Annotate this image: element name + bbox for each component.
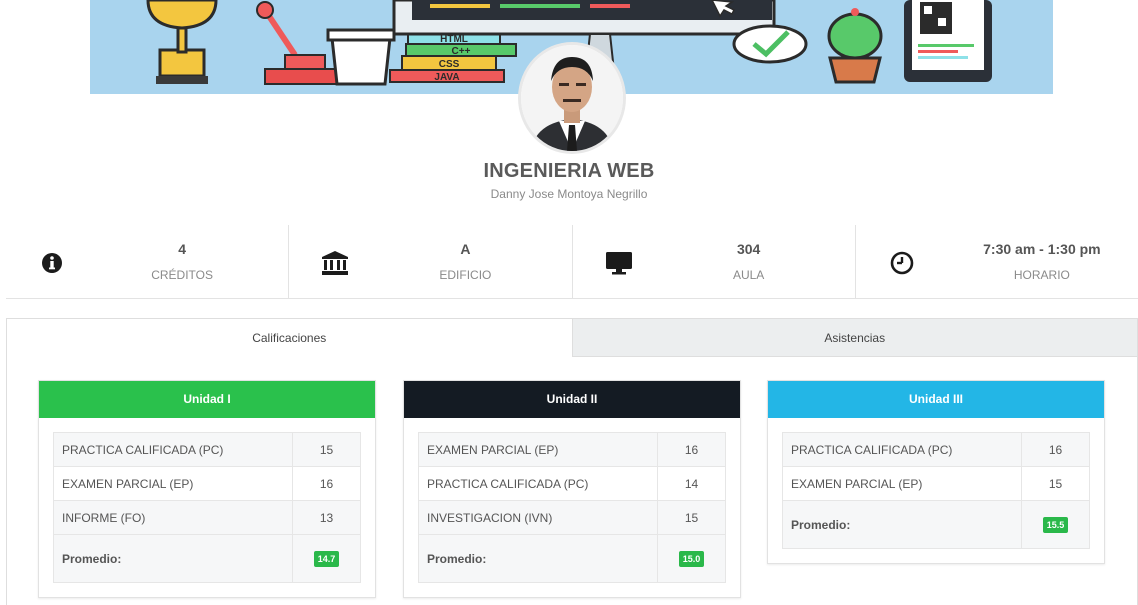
unit-card-title: Unidad III xyxy=(768,381,1104,418)
grade-name: EXAMEN PARCIAL (EP) xyxy=(53,466,293,501)
average-badge: 15.5 xyxy=(1042,516,1069,533)
unit-card-title: Unidad I xyxy=(39,381,375,418)
stat-credits: 4 CRÉDITOS xyxy=(6,225,288,298)
stat-building: A EDIFICIO xyxy=(288,225,571,298)
grade-name: PRACTICA CALIFICADA (PC) xyxy=(418,466,658,501)
grade-name: PRACTICA CALIFICADA (PC) xyxy=(782,432,1022,467)
average-label: Promedio: xyxy=(53,534,293,583)
smartphone-icon xyxy=(904,0,992,82)
schedule-value: 7:30 am - 1:30 pm xyxy=(983,241,1101,257)
grade-name: EXAMEN PARCIAL (EP) xyxy=(418,432,658,467)
average-label: Promedio: xyxy=(782,500,1022,549)
course-title: INGENIERIA WEB xyxy=(483,160,655,182)
grade-row: EXAMEN PARCIAL (EP) 15 xyxy=(782,466,1090,501)
average-row: Promedio: 14.7 xyxy=(53,534,361,583)
grade-score: 16 xyxy=(1021,432,1090,467)
coffee-cup-icon xyxy=(326,28,396,86)
grade-score: 14 xyxy=(657,466,726,501)
building-icon xyxy=(321,249,349,277)
average-cell: 15.0 xyxy=(657,534,726,583)
average-badge: 14.7 xyxy=(313,550,340,567)
teacher-name: Danny Jose Montoya Negrillo xyxy=(490,187,648,201)
grade-name: PRACTICA CALIFICADA (PC) xyxy=(53,432,293,467)
average-badge: 15.0 xyxy=(678,550,705,567)
classroom-value: 304 xyxy=(736,241,761,257)
grade-name: INFORME (FO) xyxy=(53,500,293,535)
monitor-icon xyxy=(605,249,633,277)
unit-card-body: PRACTICA CALIFICADA (PC) 15 EXAMEN PARCIAL… xyxy=(39,418,375,597)
grade-row: INVESTIGACION (IVN) 15 xyxy=(418,500,726,535)
building-value: A xyxy=(460,241,471,257)
book-label-java: JAVA xyxy=(434,72,459,83)
tab-calificaciones[interactable]: Calificaciones xyxy=(7,319,572,357)
unit-card-body: PRACTICA CALIFICADA (PC) 16 EXAMEN PARCIAL… xyxy=(768,418,1104,563)
credits-label: CRÉDITOS xyxy=(151,268,214,282)
average-cell: 15.5 xyxy=(1021,500,1090,549)
unit-card: Unidad I PRACTICA CALIFICADA (PC) 15 EXAMEN… xyxy=(38,380,376,598)
book-label-css: CSS xyxy=(439,59,460,70)
average-row: Promedio: 15.5 xyxy=(782,500,1090,549)
credits-value: 4 xyxy=(178,241,187,257)
building-label: EDIFICIO xyxy=(439,268,492,282)
grades-table: PRACTICA CALIFICADA (PC) 15 EXAMEN PARCIAL… xyxy=(53,432,361,583)
schedule-label: HORARIO xyxy=(1013,268,1070,282)
grade-score: 15 xyxy=(292,432,361,467)
grades-table: EXAMEN PARCIAL (EP) 16 PRACTICA CALIFICADA… xyxy=(418,432,726,583)
grade-name: EXAMEN PARCIAL (EP) xyxy=(782,466,1022,501)
unit-card: Unidad II EXAMEN PARCIAL (EP) 16 PRACTICA C… xyxy=(403,380,741,598)
classroom-label: AULA xyxy=(732,268,765,282)
grades-table: PRACTICA CALIFICADA (PC) 16 EXAMEN PARCIAL… xyxy=(782,432,1090,549)
grade-row: PRACTICA CALIFICADA (PC) 15 xyxy=(53,432,361,467)
grade-score: 15 xyxy=(1021,466,1090,501)
grade-row: EXAMEN PARCIAL (EP) 16 xyxy=(53,466,361,501)
grade-row: PRACTICA CALIFICADA (PC) 16 xyxy=(782,432,1090,467)
stat-schedule: 7:30 am - 1:30 pm HORARIO xyxy=(854,225,1138,298)
grade-row: INFORME (FO) 13 xyxy=(53,500,361,535)
clock-icon xyxy=(888,249,916,277)
grade-row: PRACTICA CALIFICADA (PC) 14 xyxy=(418,466,726,501)
grade-score: 16 xyxy=(292,466,361,501)
grade-score: 13 xyxy=(292,500,361,535)
unit-card: Unidad III PRACTICA CALIFICADA (PC) 16 EXAM… xyxy=(767,380,1105,564)
unit-card-body: EXAMEN PARCIAL (EP) 16 PRACTICA CALIFICADA… xyxy=(404,418,740,597)
checkmark-icon xyxy=(732,24,808,64)
average-label: Promedio: xyxy=(418,534,658,583)
average-cell: 14.7 xyxy=(292,534,361,583)
grade-score: 15 xyxy=(657,500,726,535)
cactus-plant-icon xyxy=(827,8,883,84)
teacher-avatar xyxy=(518,42,626,154)
grade-score: 16 xyxy=(657,432,726,467)
tab-asistencias[interactable]: Asistencias xyxy=(571,319,1137,357)
grade-row: EXAMEN PARCIAL (EP) 16 xyxy=(418,432,726,467)
tab-bar: Calificaciones Asistencias xyxy=(7,319,1137,357)
unit-card-title: Unidad II xyxy=(404,381,740,418)
course-stats: 4 CRÉDITOS A EDIFICIO 304 AULA 7:30 am -… xyxy=(6,225,1138,299)
info-icon xyxy=(38,249,66,277)
stat-classroom: 304 AULA xyxy=(571,225,855,298)
average-row: Promedio: 15.0 xyxy=(418,534,726,583)
grade-name: INVESTIGACION (IVN) xyxy=(418,500,658,535)
